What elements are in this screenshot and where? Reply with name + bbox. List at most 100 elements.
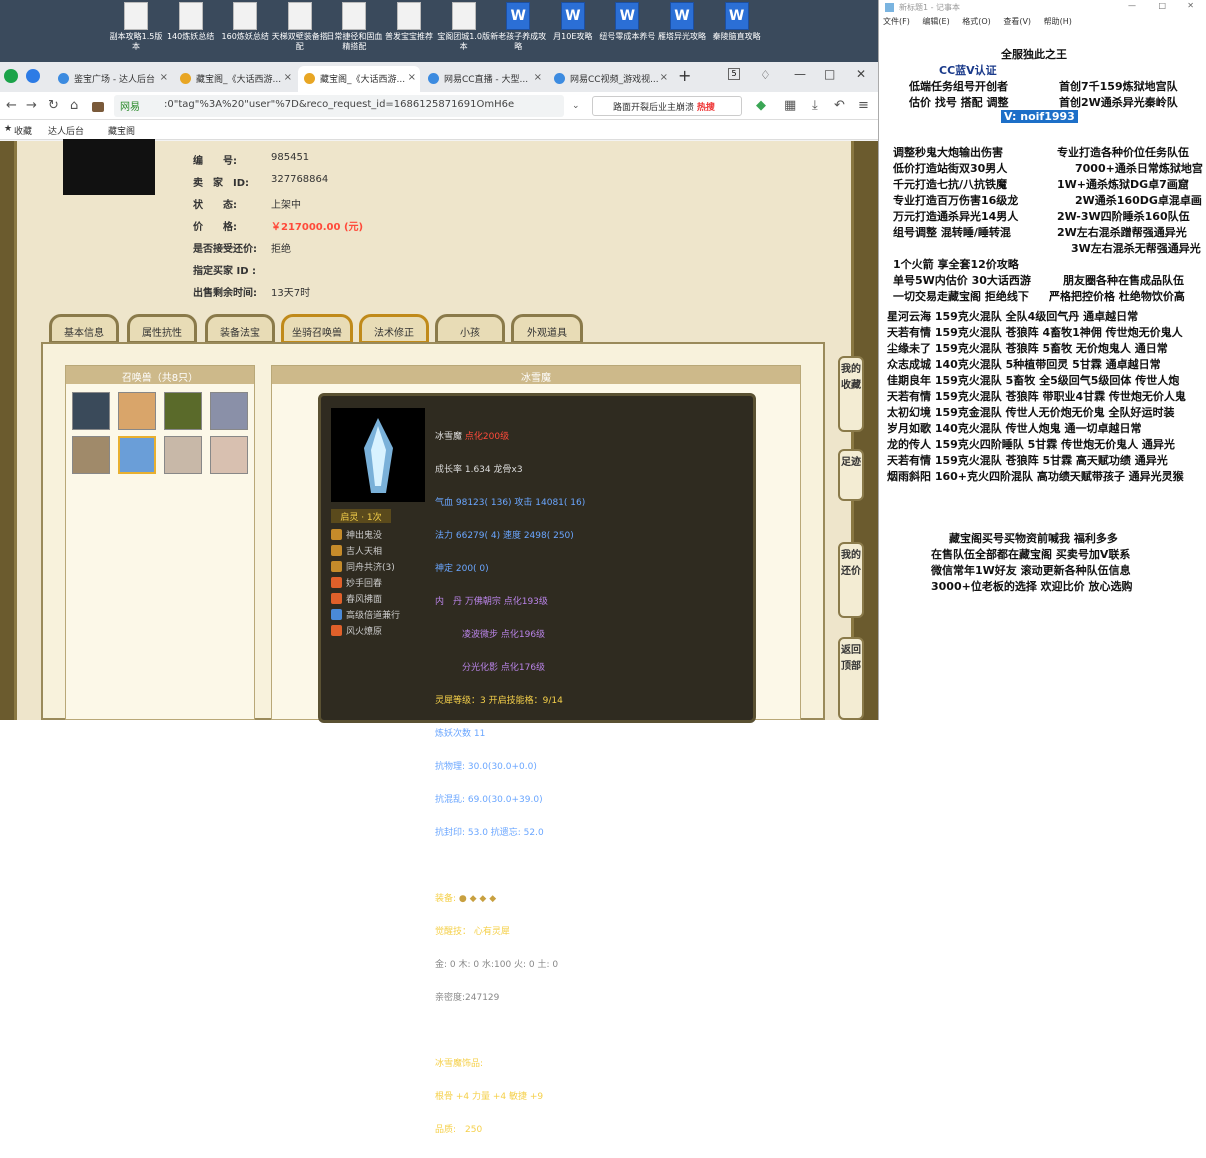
word-document-desktop-icon[interactable]: W 秦陵脑直攻略 [709,2,765,42]
tab-2[interactable]: 藏宝阁_《大话西游... × [298,66,420,92]
tab-bar: 鉴宝广场 - 达人后台 × 藏宝阁_《大话西游... × 藏宝阁_《大话西游... ×… [0,62,878,92]
globe-icon [58,73,69,84]
word-document-desktop-icon[interactable]: W 雁塔异光攻略 [654,2,710,42]
chevron-down-icon[interactable]: ⌄ [572,101,580,111]
desktop-icon-label: 天梯双壁装备搭配 [271,32,328,51]
text-file-desktop-icon[interactable]: 天梯双壁装备搭配 [272,2,328,52]
my-favorites-button[interactable]: 我的收藏 [838,356,864,432]
pet-neidan-3: 分光化影 点化176级 [435,663,546,673]
skill-icon [331,545,342,556]
menu-edit[interactable]: 编辑(E) [922,17,949,26]
tab-equipment[interactable]: 装备法宝 [205,314,275,344]
skill-item[interactable]: 高级倍道兼行 [331,608,400,621]
desktop-icon-label: 副本攻略1.5版本 [109,32,163,51]
my-bargain-button[interactable]: 我的还价 [838,542,864,618]
tab-attributes[interactable]: 属性抗性 [127,314,197,344]
pet-avatar-2[interactable] [118,392,156,430]
tab-1[interactable]: 藏宝阁_《大话西游... × [174,66,296,92]
forward-icon[interactable]: → [26,98,37,113]
maximize-button[interactable]: □ [1158,1,1166,10]
minimize-button[interactable]: — [794,67,806,81]
back-icon[interactable]: ← [6,98,17,113]
maximize-button[interactable]: □ [824,67,835,81]
text-file-desktop-icon[interactable]: 160炼妖总结 [217,2,273,42]
footer-line: 在售队伍全部都在藏宝阁 买卖号加V联系 [931,548,1131,561]
pet-resist-seal: 抗封印: 53.0 抗遗忘: 52.0 [435,828,544,838]
extension-icon[interactable]: ◆ [756,98,766,113]
pet-avatar-7[interactable] [164,436,202,474]
service-line: 7000+通杀日常炼狱地宫 [1075,162,1203,175]
close-button[interactable]: ✕ [1187,1,1194,10]
text-file-desktop-icon[interactable]: 普发宝宝推荐 [381,2,437,42]
text-file-desktop-icon[interactable]: 副本攻略1.5版本 [108,2,164,52]
team-line: 天若有情 159克火混队 苍狼阵 4畜牧1神佣 传世炮无价鬼人 [887,326,1183,339]
tab-0[interactable]: 鉴宝广场 - 达人后台 × [52,66,172,92]
shirt-icon[interactable]: ♢ [760,68,771,82]
url-bar[interactable]: 网易:0"tag"%3A%20"user"%7D&reco_request_id… [114,95,564,117]
tab-3[interactable]: 网易CC直播 - 大型... × [422,66,546,92]
close-icon[interactable]: × [408,72,416,83]
footer-line: 微信常年1W好友 滚动更新各种队伍信息 [931,564,1131,577]
pet-detail-panel: 冰雪魔 冰雪魔 点化200级 成长率 1.634 龙骨x3 气血 98123( … [271,365,801,1135]
menu-file[interactable]: 文件(F) [883,17,910,26]
promo-line: 单号5W内估价 30大话西游 [893,274,1031,287]
skill-item[interactable]: 妙手回春 [331,576,382,589]
download-icon[interactable]: ⤓ [812,98,818,113]
team-line: 尘缘未了 159克火混队 苍狼阵 5畜牧 无价炮鬼人 通日常 [887,342,1168,355]
close-icon[interactable]: × [284,72,292,83]
close-icon[interactable]: × [160,72,168,83]
minimize-button[interactable]: — [1128,1,1136,10]
skill-item[interactable]: 神出鬼没 [331,528,382,541]
pet-avatar-5[interactable] [72,436,110,474]
home-icon[interactable]: ⌂ [70,98,78,113]
send-icon[interactable] [26,69,40,83]
tab-children[interactable]: 小孩 [435,314,505,344]
menu-help[interactable]: 帮助(H) [1044,17,1072,26]
contact-highlight: V: noif1993 [1001,110,1078,123]
pet-avatar-8[interactable] [210,436,248,474]
undo-icon[interactable]: ↶ [834,98,845,113]
skill-item[interactable]: 春风拂面 [331,592,382,605]
skill-item[interactable]: 风火燎原 [331,624,382,637]
new-tab-button[interactable]: + [678,66,691,85]
pet-avatar-6-selected[interactable] [118,436,156,474]
header-line: 首创2W通杀异光秦岭队 [1059,96,1178,109]
menu-icon[interactable]: ≡ [858,98,869,113]
word-document-desktop-icon[interactable]: W 纽号零成本养号 [599,2,655,42]
bookmark-2[interactable]: 藏宝阁 [108,124,135,137]
file-icon [287,2,312,30]
bookmark-0[interactable]: 收藏 [14,124,32,137]
menu-view[interactable]: 查看(V) [1003,17,1031,26]
text-file-desktop-icon[interactable]: 140炼妖总结 [163,2,219,42]
footprint-button[interactable]: 足迹 [838,449,864,501]
pet-avatar-4[interactable] [210,392,248,430]
text-file-desktop-icon[interactable]: 日常捷径和固血精搭配 [326,2,382,52]
word-document-desktop-icon[interactable]: W 新老孩子养成攻略 [490,2,546,52]
tab-basic-info[interactable]: 基本信息 [49,314,119,344]
refresh-icon[interactable]: ↻ [48,98,59,113]
pet-avatar-3[interactable] [164,392,202,430]
team-line: 龙的传人 159克火四阶睡队 5甘霖 传世炮无价鬼人 通异光 [887,438,1175,451]
desktop-icon-label: 月10E攻略 [553,32,593,41]
pet-avatar-1[interactable] [72,392,110,430]
skill-item[interactable]: 吉人天相 [331,544,382,557]
tab-count-badge[interactable]: 5 [728,68,740,80]
back-to-top-button[interactable]: 返回顶部 [838,637,864,720]
tab-spell-mods[interactable]: 法术修正 [359,314,429,344]
tab-4[interactable]: 网易CC视频_游戏视... × [548,66,672,92]
search-input[interactable]: 路面开裂后业主崩溃 热搜 [592,96,742,116]
menu-format[interactable]: 格式(O) [962,17,991,26]
tab-appearance[interactable]: 外观道具 [511,314,583,344]
close-icon[interactable]: × [534,72,542,83]
notepad-window: 新标题1 - 记事本 — □ ✕ 文件(F) 编辑(E) 格式(O) 查看(V)… [878,0,1206,720]
word-document-desktop-icon[interactable]: W 月10E攻略 [545,2,601,42]
close-window-button[interactable]: ✕ [856,67,866,81]
bookmark-1[interactable]: 达人后台 [48,124,84,137]
tab-mounts-pets[interactable]: 坐骑召唤兽 [281,314,353,344]
skill-item[interactable]: 同舟共济(3) [331,560,395,573]
briefcase-icon[interactable] [92,102,104,112]
text-file-desktop-icon[interactable]: 宝阁团城1.0版本 [436,2,492,52]
grid-icon[interactable]: ▦ [784,98,796,113]
team-line: 天若有情 159克火混队 苍狼阵 5甘霖 高天赋功绩 通异光 [887,454,1168,467]
close-icon[interactable]: × [660,72,668,83]
